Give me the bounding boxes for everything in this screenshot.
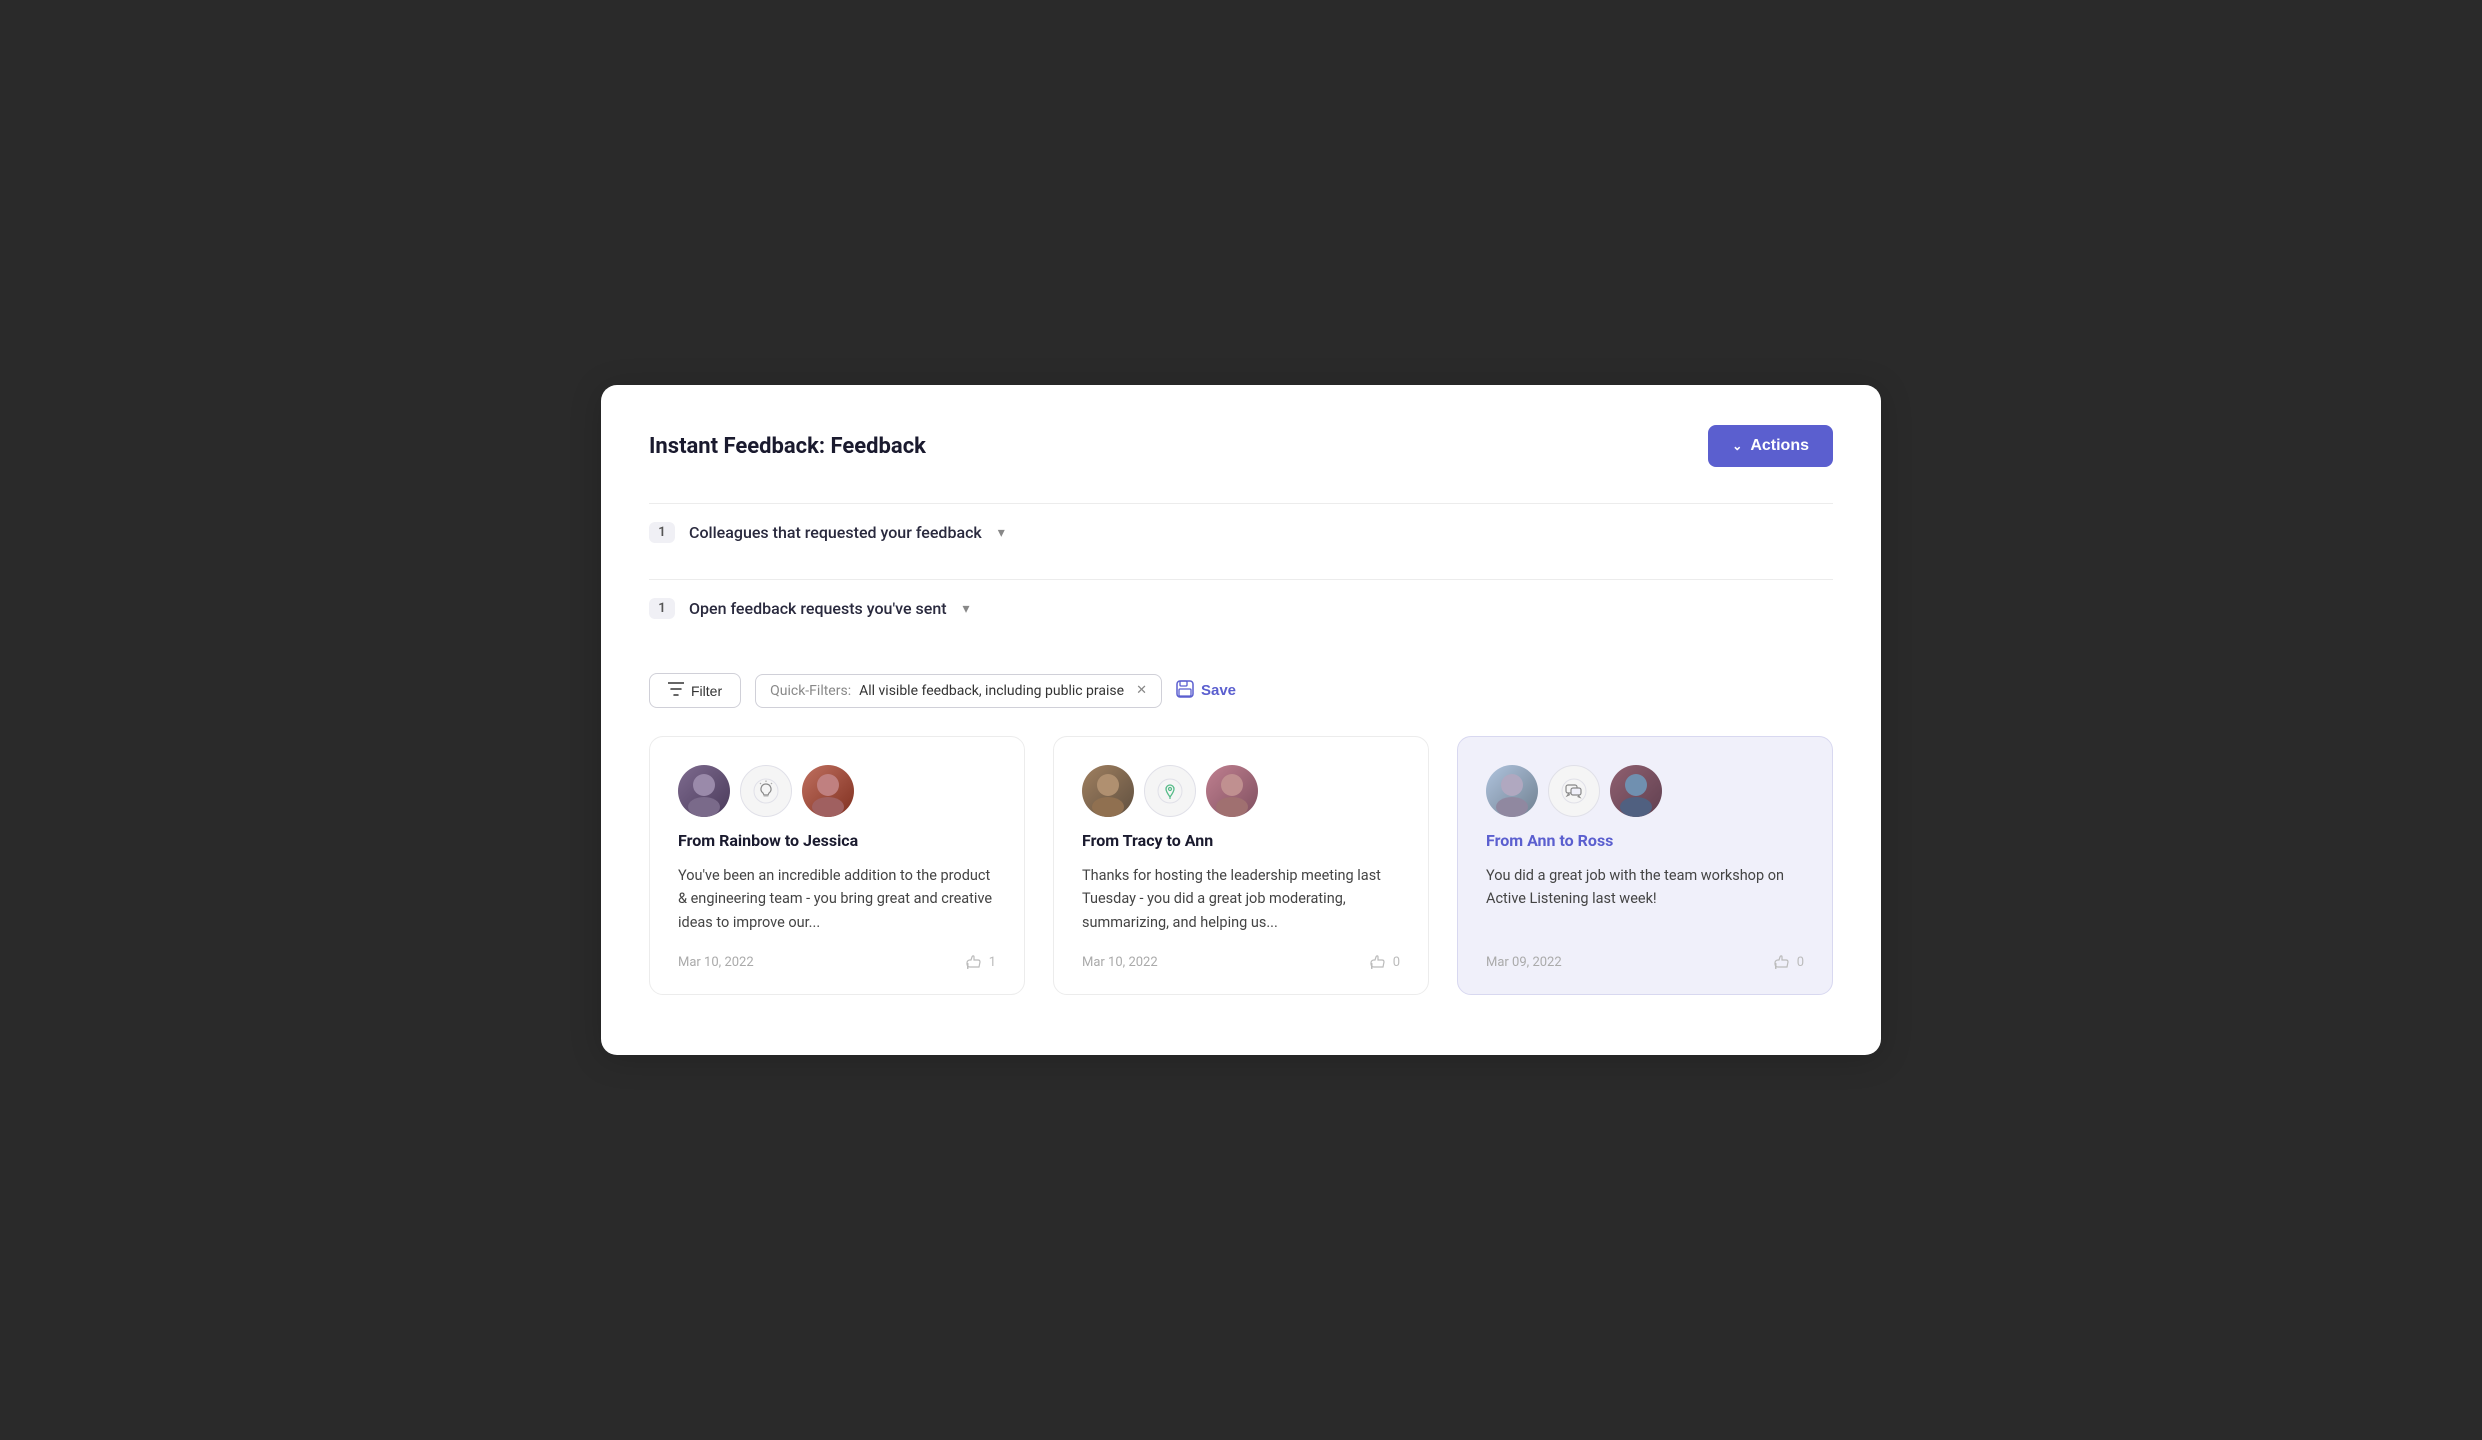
like-count: 1 xyxy=(989,955,996,970)
avatar xyxy=(1082,765,1134,817)
open-requests-section[interactable]: 1 Open feedback requests you've sent ▾ xyxy=(649,579,1833,637)
card-avatars xyxy=(1082,765,1400,817)
quick-filter-prefix: Quick-Filters: xyxy=(770,683,851,699)
feedback-card-highlighted: From Ann to Ross You did a great job wit… xyxy=(1457,736,1833,995)
card-avatars xyxy=(1486,765,1804,817)
colleagues-badge: 1 xyxy=(649,522,675,543)
avatar xyxy=(1486,765,1538,817)
avatar xyxy=(802,765,854,817)
lightbulb-icon xyxy=(740,765,792,817)
page-header: Instant Feedback: Feedback ⌄ Actions xyxy=(649,425,1833,467)
colleagues-section[interactable]: 1 Colleagues that requested your feedbac… xyxy=(649,503,1833,561)
filter-button[interactable]: Filter xyxy=(649,673,741,708)
avatar xyxy=(1206,765,1258,817)
card-date: Mar 10, 2022 xyxy=(678,955,754,970)
card-footer: Mar 09, 2022 0 xyxy=(1486,954,1804,972)
feedback-card: From Rainbow to Jessica You've been an i… xyxy=(649,736,1025,995)
card-body: You've been an incredible addition to th… xyxy=(678,864,996,934)
like-count: 0 xyxy=(1797,955,1804,970)
quick-filter-value: All visible feedback, including public p… xyxy=(859,683,1124,699)
like-count: 0 xyxy=(1393,955,1400,970)
card-from: From Tracy to Ann xyxy=(1082,831,1400,850)
filter-bar: Filter Quick-Filters: All visible feedba… xyxy=(649,673,1833,708)
save-button[interactable]: Save xyxy=(1176,680,1236,702)
save-icon xyxy=(1176,680,1194,702)
chevron-down-icon: ▾ xyxy=(998,525,1005,541)
like-section[interactable]: 0 xyxy=(1773,954,1804,972)
quick-filter-pill: Quick-Filters: All visible feedback, inc… xyxy=(755,674,1162,708)
card-date: Mar 10, 2022 xyxy=(1082,955,1158,970)
close-icon[interactable]: ✕ xyxy=(1136,683,1147,698)
filter-icon xyxy=(668,682,684,699)
pin-icon xyxy=(1144,765,1196,817)
card-body: You did a great job with the team worksh… xyxy=(1486,864,1804,934)
chevron-down-icon: ⌄ xyxy=(1732,439,1742,453)
card-from: From Rainbow to Jessica xyxy=(678,831,996,850)
cards-grid: From Rainbow to Jessica You've been an i… xyxy=(649,736,1833,995)
card-date: Mar 09, 2022 xyxy=(1486,955,1562,970)
open-requests-badge: 1 xyxy=(649,598,675,619)
page-container: Instant Feedback: Feedback ⌄ Actions 1 C… xyxy=(601,385,1881,1055)
card-avatars xyxy=(678,765,996,817)
avatar xyxy=(678,765,730,817)
avatar xyxy=(1610,765,1662,817)
open-requests-label: Open feedback requests you've sent xyxy=(689,599,947,618)
chat-icon xyxy=(1548,765,1600,817)
actions-button[interactable]: ⌄ Actions xyxy=(1708,425,1833,467)
colleagues-label: Colleagues that requested your feedback xyxy=(689,523,982,542)
like-section[interactable]: 0 xyxy=(1369,954,1400,972)
card-body: Thanks for hosting the leadership meetin… xyxy=(1082,864,1400,934)
like-section[interactable]: 1 xyxy=(965,954,996,972)
card-footer: Mar 10, 2022 1 xyxy=(678,954,996,972)
card-from-link[interactable]: From Ann to Ross xyxy=(1486,831,1804,850)
card-footer: Mar 10, 2022 0 xyxy=(1082,954,1400,972)
page-title: Instant Feedback: Feedback xyxy=(649,434,926,459)
feedback-card: From Tracy to Ann Thanks for hosting the… xyxy=(1053,736,1429,995)
chevron-down-icon: ▾ xyxy=(963,601,970,617)
